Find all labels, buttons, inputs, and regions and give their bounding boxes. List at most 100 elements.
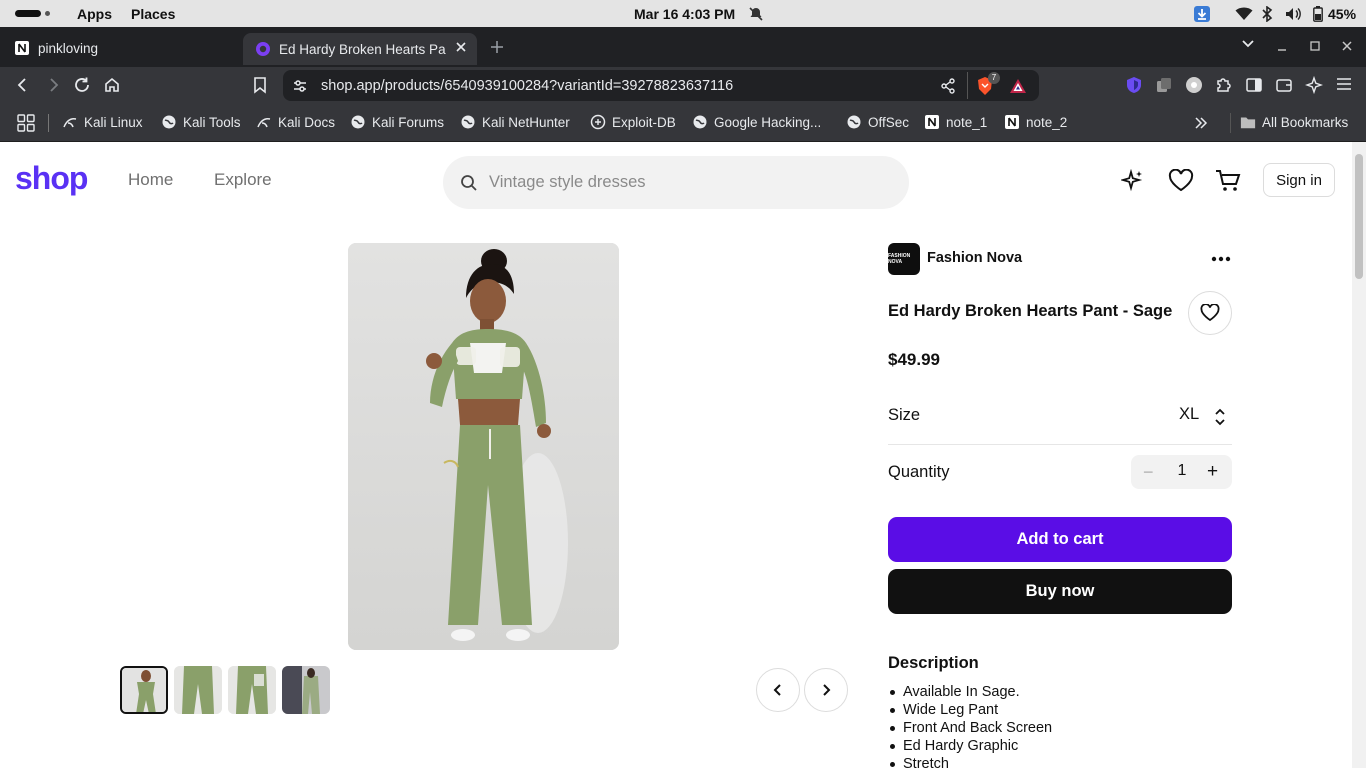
cart-icon[interactable] [1215,169,1241,193]
store-name[interactable]: Fashion Nova [927,250,1022,266]
size-select-chevron-icon[interactable] [1214,408,1226,426]
nav-home-link[interactable]: Home [128,170,173,190]
buy-now-button[interactable]: Buy now [888,569,1232,614]
minimize-icon[interactable] [1276,40,1288,52]
bookmarks-divider [48,114,49,132]
share-icon[interactable] [940,78,956,94]
apps-menu[interactable]: Apps [77,6,112,22]
leo-ai-icon[interactable] [1305,76,1323,94]
tab-pinkloving[interactable]: pinkloving [14,33,240,63]
description-item: Ed Hardy Graphic [889,737,1052,755]
download-indicator-icon[interactable] [1193,5,1211,23]
back-arrow-icon[interactable] [14,76,32,94]
folder-icon [1240,114,1256,130]
all-bookmarks-folder[interactable]: All Bookmarks [1240,114,1348,130]
description-heading: Description [888,654,979,672]
more-bookmarks-chevron-icon[interactable] [1194,116,1208,130]
shop-favicon-icon [255,41,271,57]
tab-search-chevron-icon[interactable] [1241,39,1255,49]
product-thumbnail-2[interactable] [174,666,222,714]
browser-toolbar: shop.app/products/6540939100284?variantI… [0,67,1366,105]
bookmark-kali-forums[interactable]: Kali Forums [350,114,444,130]
wallet-icon[interactable] [1275,76,1293,94]
bookmark-label: OffSec [868,114,910,130]
vpn-extension-icon[interactable] [1125,76,1143,94]
search-bar[interactable] [443,156,909,209]
bookmark-label: Kali Forums [372,114,445,130]
bookmark-note-2[interactable]: note_2 [1004,114,1067,130]
more-options-icon[interactable] [1211,256,1231,262]
tab-product-page[interactable]: Ed Hardy Broken Hearts Pa [243,33,477,65]
bookmark-label: Exploit-DB [612,114,676,130]
address-bar[interactable]: shop.app/products/6540939100284?variantI… [283,70,1039,101]
bookmark-exploit-db[interactable]: Exploit-DB [590,114,676,130]
add-to-cart-button[interactable]: Add to cart [888,517,1232,562]
brave-rewards-icon[interactable] [1009,78,1027,94]
bookmark-note-1[interactable]: note_1 [924,114,987,130]
bookmark-label: Kali Tools [183,114,241,130]
shop-logo[interactable]: shop [15,160,88,197]
reload-icon[interactable] [73,76,91,94]
description-item: Front And Back Screen [889,720,1053,736]
previous-image-button[interactable] [756,668,800,712]
web-page: shop Home Explore Sign in [0,142,1352,768]
globe-icon [692,114,708,130]
next-image-button[interactable] [804,668,848,712]
volume-icon[interactable] [1285,6,1301,22]
product-thumbnail-4[interactable] [282,666,330,714]
product-thumbnail-3[interactable] [228,666,276,714]
sign-in-button[interactable]: Sign in [1263,163,1335,197]
tab-title: pinkloving [38,40,99,56]
forward-arrow-icon[interactable] [44,76,62,94]
notion-icon [924,114,940,130]
bookmark-page-icon[interactable] [252,76,268,94]
extensions-puzzle-icon[interactable] [1215,76,1233,94]
favorite-product-button[interactable] [1188,291,1232,335]
battery-icon[interactable] [1313,6,1323,22]
close-tab-icon[interactable] [455,41,467,53]
new-tab-icon[interactable] [489,39,505,55]
bookmark-kali-nethunter[interactable]: Kali NetHunter [460,114,570,130]
battery-percentage[interactable]: 45% [1328,6,1356,22]
wifi-icon[interactable] [1235,6,1253,21]
quantity-label: Quantity [888,463,950,481]
nav-explore-link[interactable]: Explore [214,170,272,190]
exploit-db-icon [590,114,606,130]
product-main-image[interactable] [348,243,619,650]
decrease-quantity-button[interactable]: − [1143,462,1154,483]
ai-sparkle-icon[interactable] [1121,169,1145,193]
restore-icon[interactable] [1309,40,1321,52]
notion-icon [1004,114,1020,130]
extension-copies-icon[interactable] [1155,76,1173,94]
bookmark-offsec[interactable]: OffSec [846,114,909,130]
clock[interactable]: Mar 16 4:03 PM [634,6,735,22]
page-scrollbar[interactable] [1352,142,1366,768]
favorites-heart-icon[interactable] [1168,169,1194,193]
apps-grid-icon[interactable] [17,114,35,132]
bookmark-google-hacking[interactable]: Google Hacking... [692,114,821,130]
sidebar-toggle-icon[interactable] [1245,76,1263,94]
bookmark-kali-tools[interactable]: Kali Tools [161,114,241,130]
menu-hamburger-icon[interactable] [1336,76,1352,92]
activities-indicator[interactable] [15,10,41,17]
home-icon[interactable] [103,76,121,94]
store-logo[interactable]: FASHION NOVA [888,243,920,275]
product-thumbnail-1[interactable] [120,666,168,714]
bluetooth-icon[interactable] [1261,6,1273,22]
extension-circle-icon[interactable] [1185,76,1203,94]
bookmark-label: Kali NetHunter [482,114,570,130]
scrollbar-thumb[interactable] [1355,154,1363,279]
bookmark-kali-docs[interactable]: Kali Docs [256,114,335,130]
close-window-icon[interactable] [1341,40,1353,52]
search-input[interactable] [489,168,889,196]
notifications-muted-icon[interactable] [748,6,764,22]
increase-quantity-button[interactable]: + [1207,461,1218,483]
workspace-dot[interactable] [45,11,50,16]
kali-dragon-icon [256,114,272,130]
site-settings-icon[interactable] [292,78,308,94]
places-menu[interactable]: Places [131,6,175,22]
bookmark-kali-linux[interactable]: Kali Linux [62,114,143,130]
product-title: Ed Hardy Broken Hearts Pant - Sage [888,302,1173,320]
size-select[interactable]: XL [1179,405,1199,424]
shields-count-badge: 7 [988,72,1000,84]
